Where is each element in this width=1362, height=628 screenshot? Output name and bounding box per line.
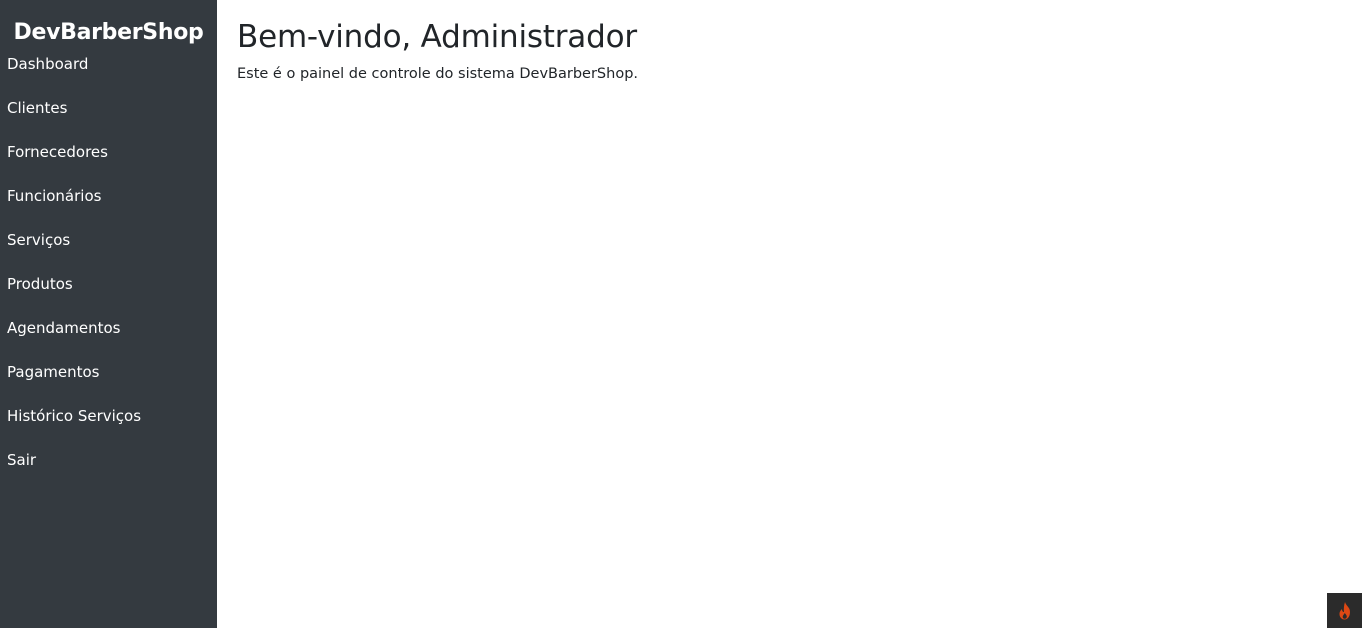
app-layout: DevBarberShop Dashboard Clientes Fornece… [0,0,1362,628]
sidebar-item-dashboard[interactable]: Dashboard [0,48,217,92]
page-description: Este é o painel de controle do sistema D… [237,66,639,82]
sidebar: DevBarberShop Dashboard Clientes Fornece… [0,0,217,628]
sidebar-item-servicos[interactable]: Serviços [0,224,217,268]
flame-icon [1339,601,1350,619]
sidebar-item-funcionarios[interactable]: Funcionários [0,180,217,224]
sidebar-item-clientes[interactable]: Clientes [0,92,217,136]
sidebar-item-historico-servicos[interactable]: Histórico Serviços [0,400,217,444]
sidebar-item-fornecedores[interactable]: Fornecedores [0,136,217,180]
debug-toolbar-button[interactable] [1327,593,1362,628]
sidebar-item-agendamentos[interactable]: Agendamentos [0,312,217,356]
sidebar-nav: Dashboard Clientes Fornecedores Funcioná… [0,48,217,488]
sidebar-item-sair[interactable]: Sair [0,444,217,488]
page-title: Bem-vindo, Administrador [237,19,637,55]
main-content: Bem-vindo, Administrador Este é o painel… [217,0,1362,628]
sidebar-item-pagamentos[interactable]: Pagamentos [0,356,217,400]
sidebar-item-produtos[interactable]: Produtos [0,268,217,312]
brand-title: DevBarberShop [13,20,204,45]
